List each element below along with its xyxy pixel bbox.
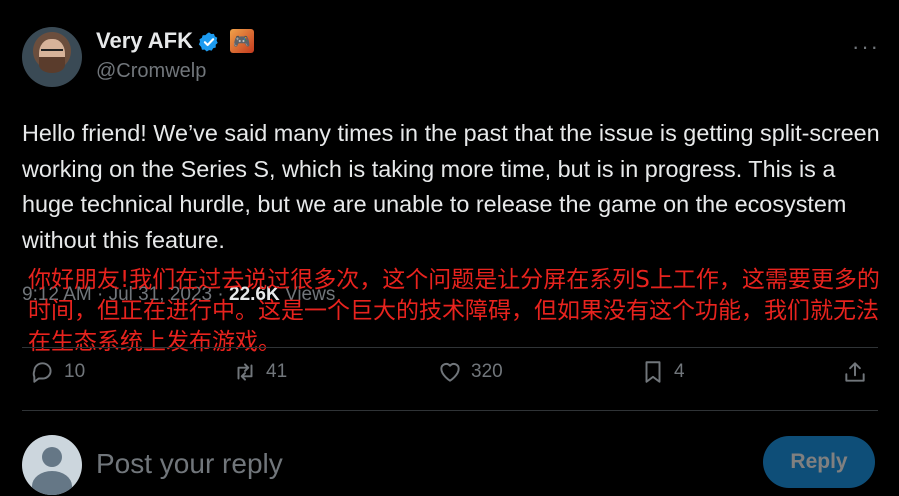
heart-icon bbox=[440, 362, 460, 382]
reply-button[interactable]: Reply bbox=[763, 436, 875, 488]
avatar-glasses bbox=[41, 49, 63, 56]
share-icon bbox=[845, 362, 865, 382]
author-handle[interactable]: @Cromwelp bbox=[96, 60, 206, 83]
translation-overlay: 你好朋友!我们在过去说过很多次，这个问题是让分屏在系列S上工作，这需要更多的时间… bbox=[28, 267, 880, 355]
default-avatar-head bbox=[42, 447, 62, 467]
divider bbox=[22, 410, 878, 411]
more-options-icon[interactable]: ··· bbox=[852, 34, 880, 60]
bookmark-icon bbox=[645, 361, 661, 383]
reply-action-button[interactable]: 10 bbox=[30, 356, 85, 388]
bookmark-action-button[interactable]: 4 bbox=[640, 356, 685, 388]
author-display-name[interactable]: Very AFK bbox=[96, 28, 193, 54]
default-avatar-body bbox=[32, 471, 72, 495]
divider bbox=[22, 347, 878, 348]
like-action-button[interactable]: 320 bbox=[437, 356, 503, 388]
reply-icon bbox=[32, 362, 52, 383]
tweet-text: Hello friend! We’ve said many times in t… bbox=[22, 120, 880, 253]
share-action-button[interactable] bbox=[842, 356, 868, 388]
current-user-avatar bbox=[22, 435, 82, 495]
affiliate-badge-icon: 🎮 bbox=[230, 29, 254, 53]
reply-count: 10 bbox=[64, 361, 86, 382]
repost-action-button[interactable]: 41 bbox=[232, 356, 287, 388]
repost-icon bbox=[237, 363, 253, 381]
verified-badge-icon bbox=[198, 32, 218, 52]
reply-input[interactable] bbox=[96, 444, 696, 484]
bookmark-count: 4 bbox=[674, 361, 685, 382]
like-count: 320 bbox=[471, 361, 503, 382]
author-avatar[interactable] bbox=[22, 27, 82, 87]
repost-count: 41 bbox=[266, 361, 288, 382]
avatar-beard bbox=[39, 57, 65, 73]
